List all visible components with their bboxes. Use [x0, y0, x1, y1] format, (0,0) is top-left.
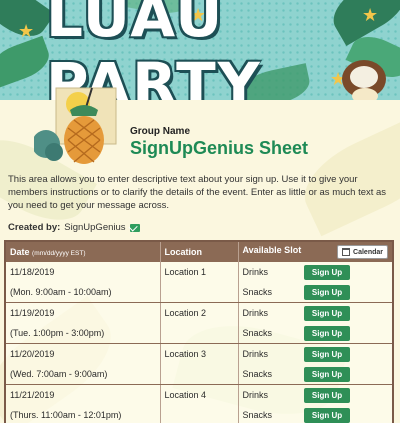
email-icon[interactable]	[129, 223, 140, 232]
slot-time: (Thurs. 11:00am - 12:01pm)	[10, 410, 122, 420]
sign-up-button[interactable]: Sign Up	[304, 325, 350, 341]
sign-up-button[interactable]: Sign Up	[304, 305, 350, 321]
slot-time: (Mon. 9:00am - 10:00am)	[10, 287, 112, 297]
banner-title: LUAU PARTY	[46, 0, 262, 100]
date-column-header: Date (mm/dd/yyyy EST)	[6, 242, 161, 262]
slot-location: Location 1	[164, 267, 207, 277]
pineapple-drink-image	[32, 86, 120, 166]
table-row: 11/19/2019 (Tue. 1:00pm - 3:00pm) Locatio…	[6, 302, 392, 344]
slot-time: (Tue. 1:00pm - 3:00pm)	[10, 328, 105, 338]
table-header-row: Date (mm/dd/yyyy EST) Location Available…	[6, 242, 392, 262]
sign-up-button[interactable]: Sign Up	[304, 407, 350, 423]
slot-item: Snacks	[242, 410, 273, 420]
table-row: 11/21/2019 (Thurs. 11:00am - 12:01pm) Loc…	[6, 384, 392, 423]
slot-date: 11/19/2019	[10, 308, 55, 318]
star-icon: ★	[18, 21, 35, 41]
sign-up-button[interactable]: Sign Up	[304, 366, 350, 382]
slot-item: Drinks	[242, 349, 269, 359]
slot-date: 11/20/2019	[10, 349, 55, 359]
slot-item: Snacks	[242, 287, 273, 297]
created-by-label: Created by:	[8, 222, 61, 233]
created-by: Created by: SignUpGenius	[8, 222, 140, 233]
slot-item: Snacks	[242, 328, 273, 338]
sign-up-button[interactable]: Sign Up	[304, 387, 350, 403]
slot-location: Location 3	[164, 349, 207, 359]
slot-location: Location 4	[164, 390, 207, 400]
creator-name[interactable]: SignUpGenius	[64, 222, 125, 233]
table-row: 11/20/2019 (Wed. 7:00am - 9:00am) Locatio…	[6, 343, 392, 385]
sign-up-button[interactable]: Sign Up	[304, 346, 350, 362]
sign-up-button[interactable]: Sign Up	[304, 264, 350, 280]
calendar-icon	[342, 248, 351, 256]
event-banner: ★ ★ ★ ★ LUAU PARTY	[0, 0, 400, 100]
signup-table: Date (mm/dd/yyyy EST) Location Available…	[4, 240, 394, 423]
slot-date: 11/21/2019	[10, 390, 55, 400]
slot-location: Location 2	[164, 308, 207, 318]
slot-item: Drinks	[242, 267, 269, 277]
slot-column-header: Available Slot Calendar	[238, 242, 392, 262]
slot-time: (Wed. 7:00am - 9:00am)	[10, 369, 108, 379]
slot-item: Drinks	[242, 308, 269, 318]
sign-up-button[interactable]: Sign Up	[304, 284, 350, 300]
slot-item: Drinks	[242, 390, 269, 400]
location-column-header: Location	[160, 242, 239, 262]
table-row: 11/18/2019 (Mon. 9:00am - 10:00am) Locati…	[6, 262, 392, 303]
group-name-label: Group Name	[130, 126, 191, 137]
slot-item: Snacks	[242, 369, 273, 379]
sheet-description: This area allows you to enter descriptiv…	[8, 174, 387, 211]
date-format-hint: (mm/dd/yyyy EST)	[32, 250, 86, 257]
page-title: SignUpGenius Sheet	[130, 138, 309, 158]
calendar-button[interactable]: Calendar	[337, 245, 388, 259]
slot-date: 11/18/2019	[10, 267, 55, 277]
